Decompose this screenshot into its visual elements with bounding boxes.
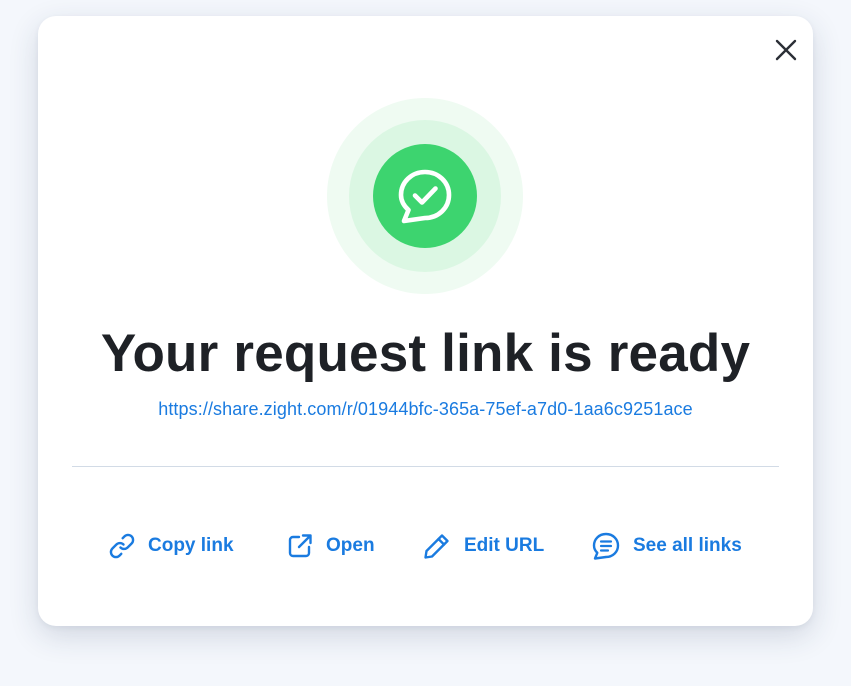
copy-link-button[interactable]: Copy link [108, 526, 234, 566]
divider [72, 466, 779, 467]
chat-check-icon [398, 169, 452, 224]
copy-link-label: Copy link [148, 535, 234, 556]
open-button[interactable]: Open [286, 526, 375, 566]
action-bar: Copy link Open Edit URL See all links [38, 526, 813, 566]
close-button[interactable] [772, 36, 800, 64]
pencil-icon [424, 534, 449, 559]
see-all-links-button[interactable]: See all links [591, 526, 742, 566]
request-link-dialog: Your request link is ready https://share… [38, 16, 813, 626]
external-link-icon [288, 534, 312, 558]
badge-core [373, 144, 477, 248]
close-icon[interactable] [774, 38, 798, 62]
request-link-url[interactable]: https://share.zight.com/r/01944bfc-365a-… [38, 398, 813, 420]
edit-url-label: Edit URL [464, 535, 545, 556]
dialog-title: Your request link is ready [100, 324, 751, 383]
success-badge [327, 98, 523, 294]
edit-url-button[interactable]: Edit URL [422, 526, 544, 566]
link-icon [109, 533, 135, 559]
see-all-links-label: See all links [633, 535, 742, 556]
open-label: Open [326, 535, 375, 556]
list-bubble-icon [592, 532, 620, 560]
